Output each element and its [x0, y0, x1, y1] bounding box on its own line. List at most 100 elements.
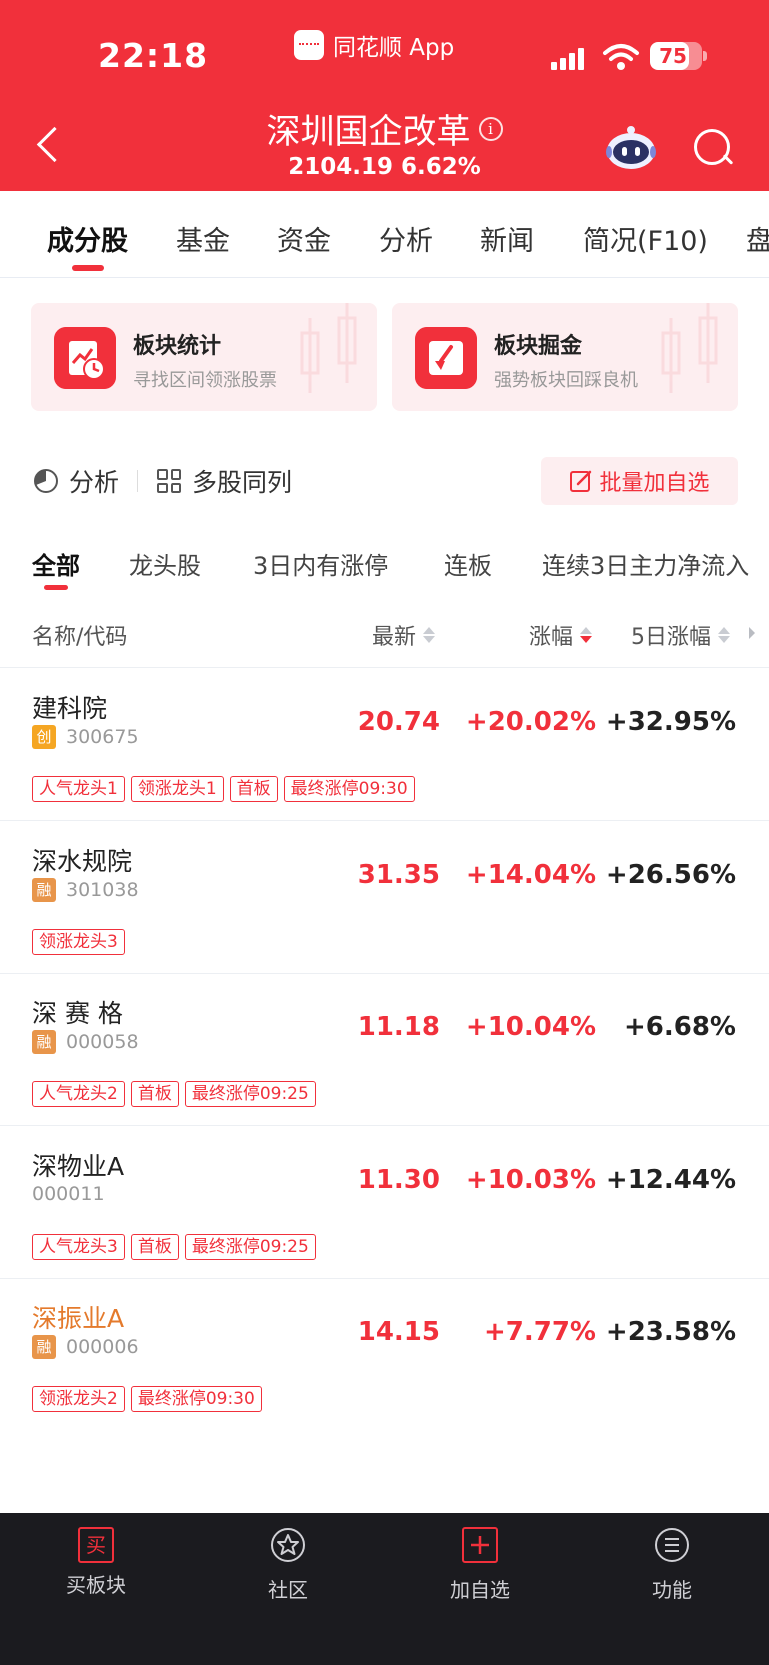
stock-tag: 领涨龙头2 [32, 1386, 125, 1412]
stock-price: 14.15 [357, 1317, 440, 1347]
stock-tag: 最终涨停09:25 [184, 1234, 316, 1260]
nav-add-watchlist[interactable]: 加自选 [420, 1527, 540, 1603]
stock-change: +10.04% [465, 1012, 596, 1042]
filter-leaders[interactable]: 龙头股 [129, 546, 201, 581]
filter-consecutive[interactable]: 连板 [444, 546, 492, 581]
tab-more[interactable]: 盘 [746, 219, 769, 258]
info-icon[interactable]: i [478, 116, 503, 141]
status-app-name: 同花顺 App [333, 35, 455, 61]
tab-components[interactable]: 成分股 [47, 219, 128, 258]
analysis-label: 分析 [69, 468, 120, 497]
table-row[interactable]: 深 赛 格 融 000058 11.18 +10.04% +6.68% 人气龙头… [0, 974, 769, 1126]
bottom-nav-bar: 买 买板块 社区 加自选 功能 [0, 1513, 769, 1665]
stock-code: 300675 [66, 726, 139, 748]
stock-tag: 首板 [229, 776, 278, 802]
stock-price: 31.35 [357, 860, 440, 890]
stock-change: +10.03% [465, 1165, 596, 1195]
battery-icon: 75 [650, 42, 702, 70]
app-logo-icon [294, 30, 324, 60]
filter-tab-bar: 全部 龙头股 3日内有涨停 连板 连续3日主力净流入 [0, 540, 769, 600]
batch-add-label: 批量加自选 [599, 471, 710, 496]
stock-code-line: 000011 [32, 1183, 105, 1205]
filter-inflow-3d[interactable]: 连续3日主力净流入 [542, 546, 749, 581]
stock-change: +14.04% [465, 860, 596, 890]
edit-icon [570, 470, 592, 492]
card-sector-stats[interactable]: 板块统计 寻找区间领涨股票 [31, 303, 377, 411]
nav-label: 功能 [652, 1578, 692, 1602]
grid-icon [157, 469, 181, 493]
active-tab-indicator [72, 265, 104, 271]
stock-tag: 人气龙头1 [32, 776, 125, 802]
tab-capital[interactable]: 资金 [277, 219, 331, 258]
candlestick-decoration [661, 303, 718, 393]
stock-change-5d: +26.56% [605, 860, 736, 890]
active-filter-indicator [44, 585, 68, 590]
col-change-sort[interactable]: 涨幅 [529, 619, 593, 651]
stock-code: 000006 [66, 1336, 139, 1358]
status-time: 22:18 [98, 36, 209, 75]
card-sector-mining[interactable]: 板块掘金 强势板块回踩良机 [392, 303, 738, 411]
table-row[interactable]: 深物业A 000011 11.30 +10.03% +12.44% 人气龙头3 … [0, 1127, 769, 1279]
stock-name: 深物业A [32, 1152, 125, 1181]
col-change5-sort[interactable]: 5日涨幅 [631, 619, 730, 651]
stock-code: 000058 [66, 1031, 139, 1053]
stock-name: 深水规院 [32, 847, 133, 876]
index-value: 2104.19 [288, 154, 393, 180]
search-icon[interactable] [693, 128, 733, 168]
stock-tag: 首板 [130, 1234, 179, 1260]
filter-limit-up-3d[interactable]: 3日内有涨停 [253, 546, 388, 581]
stock-code: 000011 [32, 1183, 105, 1205]
header-bar: 22:18 同花顺 App 75 深圳国企改革 i 2104.19 6.62% [0, 0, 769, 191]
col-latest-label: 最新 [372, 625, 417, 650]
analysis-button[interactable]: 分析 [33, 463, 119, 499]
multi-stock-button[interactable]: 多股同列 [157, 463, 292, 499]
stock-tags: 领涨龙头3 [32, 929, 125, 955]
page-title: 深圳国企改革 [266, 112, 471, 152]
stock-name: 建科院 [32, 694, 108, 723]
stock-tag: 领涨龙头1 [130, 776, 224, 802]
tab-news[interactable]: 新闻 [480, 219, 534, 258]
tab-f10[interactable]: 简况(F10) [583, 219, 708, 258]
sort-icon [423, 627, 436, 643]
tab-analysis[interactable]: 分析 [379, 219, 433, 258]
add-box-icon [462, 1527, 498, 1563]
margin-badge: 融 [32, 878, 56, 902]
table-row[interactable]: 建科院 创 300675 20.74 +20.02% +32.95% 人气龙头1… [0, 669, 769, 821]
nav-label: 买板块 [66, 1573, 126, 1597]
stock-tag: 领涨龙头3 [32, 929, 125, 955]
status-app-indicator[interactable]: 同花顺 App [294, 28, 454, 62]
stock-tags: 领涨龙头2 最终涨停09:30 [32, 1386, 262, 1412]
stock-code-line: 创 300675 [32, 725, 139, 749]
card-title: 板块统计 [133, 334, 222, 359]
col-latest-sort[interactable]: 最新 [372, 619, 436, 651]
stock-tag: 最终涨停09:25 [184, 1081, 316, 1107]
sort-icon [718, 627, 730, 643]
multi-stock-label: 多股同列 [192, 468, 293, 497]
stock-tags: 人气龙头1 领涨龙头1 首板 最终涨停09:30 [32, 776, 415, 802]
table-row[interactable]: 深水规院 融 301038 31.35 +14.04% +26.56% 领涨龙头… [0, 822, 769, 974]
stock-change-5d: +6.68% [624, 1012, 736, 1042]
nav-community[interactable]: 社区 [228, 1527, 348, 1603]
nav-buy-sector[interactable]: 买 买板块 [36, 1527, 156, 1598]
nav-functions[interactable]: 功能 [612, 1527, 732, 1603]
stock-tag: 最终涨停09:30 [130, 1386, 262, 1412]
filter-all[interactable]: 全部 [32, 546, 80, 581]
scroll-right-icon[interactable] [749, 627, 755, 639]
tab-funds[interactable]: 基金 [176, 219, 230, 258]
chinext-badge: 创 [32, 725, 56, 749]
stock-code: 301038 [66, 879, 139, 901]
batch-add-watchlist-button[interactable]: 批量加自选 [541, 457, 738, 505]
margin-badge: 融 [32, 1335, 56, 1359]
robot-assistant-icon[interactable] [605, 125, 657, 171]
chart-clock-icon [54, 327, 116, 389]
stock-code-line: 融 301038 [32, 878, 139, 902]
wifi-icon [603, 44, 639, 70]
col-change-label: 涨幅 [529, 625, 574, 650]
shovel-icon [415, 327, 477, 389]
community-star-icon [271, 1528, 305, 1562]
stock-tags: 人气龙头2 首板 最终涨停09:25 [32, 1081, 316, 1107]
stock-tag: 人气龙头3 [32, 1234, 125, 1260]
table-row[interactable]: 深振业A 融 000006 14.15 +7.77% +23.58% 领涨龙头2… [0, 1279, 769, 1431]
index-change: 6.62% [400, 154, 481, 180]
pie-chart-icon [34, 469, 58, 493]
